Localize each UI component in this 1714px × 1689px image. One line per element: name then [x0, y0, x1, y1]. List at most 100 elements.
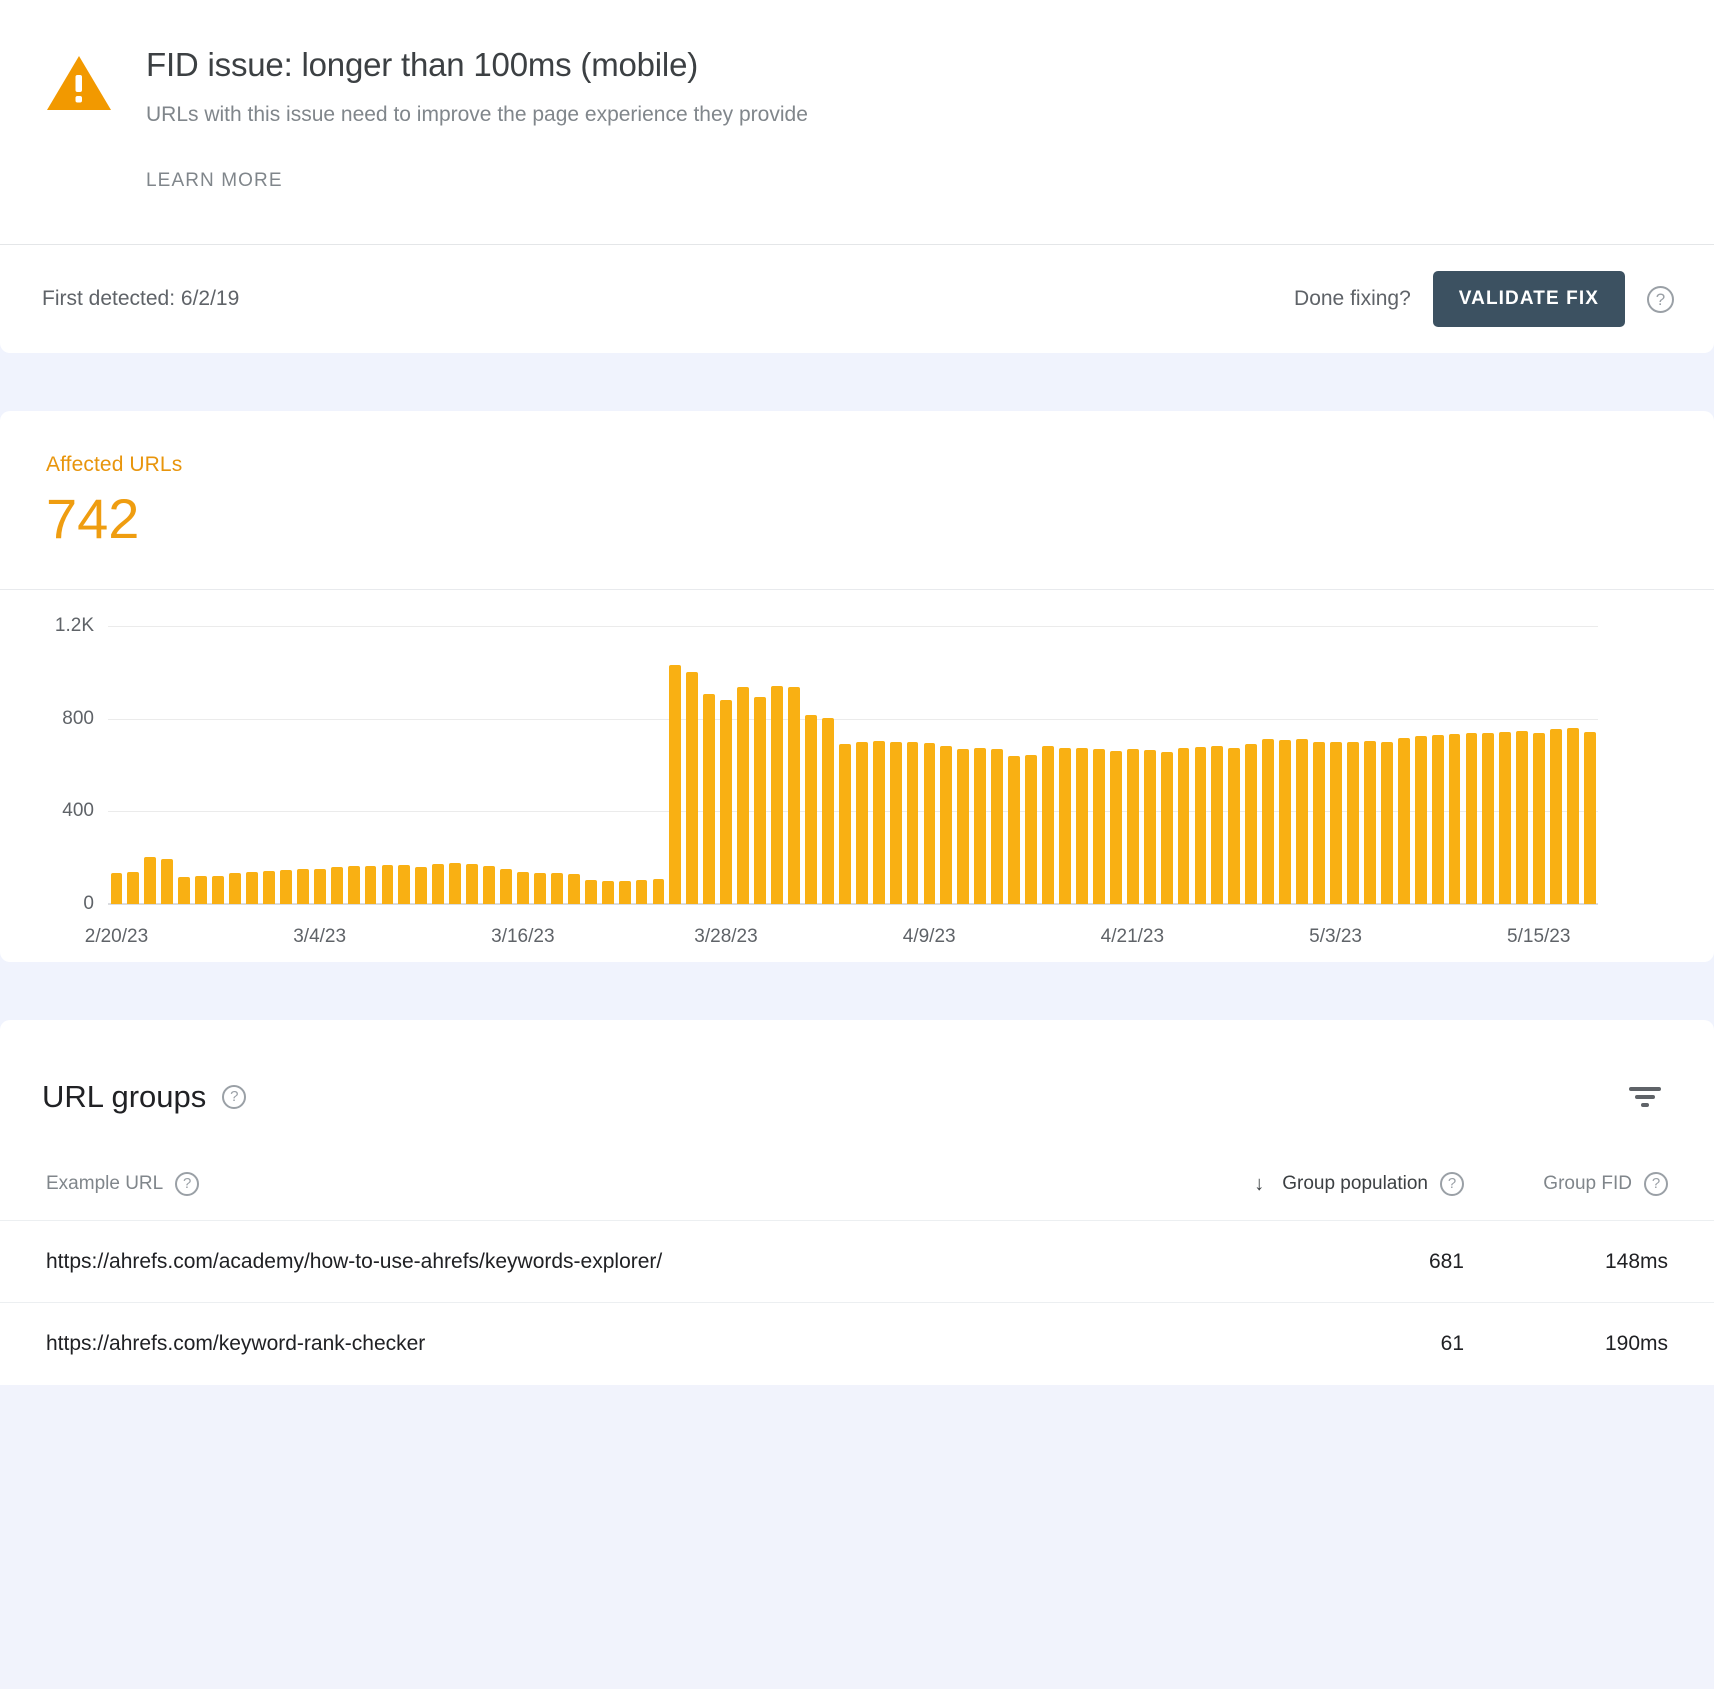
chart-bar[interactable]: [382, 865, 394, 904]
column-header-group-population[interactable]: ↓ Group population ?: [1164, 1172, 1464, 1221]
chart-bar[interactable]: [195, 876, 207, 904]
chart-bar[interactable]: [297, 869, 309, 904]
help-circle-icon[interactable]: ?: [1440, 1172, 1464, 1196]
chart-bar-slot[interactable]: [1107, 626, 1124, 904]
chart-bar-slot[interactable]: [1328, 626, 1345, 904]
chart-bar[interactable]: [1262, 739, 1274, 904]
chart-bar-slot[interactable]: [887, 626, 904, 904]
chart-bar[interactable]: [856, 742, 868, 904]
chart-bar-slot[interactable]: [786, 626, 803, 904]
chart-bar[interactable]: [754, 697, 766, 904]
chart-bar[interactable]: [1533, 733, 1545, 904]
chart-bar[interactable]: [111, 873, 123, 904]
chart-bar-slot[interactable]: [684, 626, 701, 904]
chart-bar-slot[interactable]: [599, 626, 616, 904]
chart-bar-slot[interactable]: [515, 626, 532, 904]
chart-bar-slot[interactable]: [1192, 626, 1209, 904]
column-header-group-fid[interactable]: Group FID ?: [1464, 1172, 1714, 1221]
chart-bar[interactable]: [1093, 749, 1105, 904]
chart-bar-slot[interactable]: [142, 626, 159, 904]
chart-bar[interactable]: [517, 872, 529, 904]
chart-bar-slot[interactable]: [1090, 626, 1107, 904]
chart-bar-slot[interactable]: [1073, 626, 1090, 904]
chart-bar-slot[interactable]: [1175, 626, 1192, 904]
chart-bar-slot[interactable]: [802, 626, 819, 904]
chart-bar-slot[interactable]: [819, 626, 836, 904]
chart-bar[interactable]: [873, 741, 885, 904]
chart-bar-slot[interactable]: [244, 626, 261, 904]
chart-bar[interactable]: [1415, 736, 1427, 904]
chart-bar-slot[interactable]: [1497, 626, 1514, 904]
chart-bar-slot[interactable]: [1582, 626, 1599, 904]
validate-fix-button[interactable]: VALIDATE FIX: [1433, 271, 1625, 327]
chart-bar[interactable]: [348, 866, 360, 904]
chart-bar[interactable]: [940, 746, 952, 904]
chart-bar-slot[interactable]: [650, 626, 667, 904]
chart-bar-slot[interactable]: [1395, 626, 1412, 904]
chart-bar[interactable]: [1279, 740, 1291, 904]
chart-bar[interactable]: [771, 686, 783, 904]
chart-bar[interactable]: [1398, 738, 1410, 904]
chart-bar[interactable]: [839, 744, 851, 904]
chart-bar[interactable]: [449, 863, 461, 904]
chart-bar-slot[interactable]: [955, 626, 972, 904]
chart-bar-slot[interactable]: [1480, 626, 1497, 904]
chart-bar-slot[interactable]: [853, 626, 870, 904]
chart-bar-slot[interactable]: [379, 626, 396, 904]
chart-bar[interactable]: [1211, 746, 1223, 904]
chart-bar[interactable]: [890, 742, 902, 904]
learn-more-link[interactable]: LEARN MORE: [146, 170, 283, 192]
chart-bar[interactable]: [1178, 748, 1190, 904]
chart-bar[interactable]: [1330, 742, 1342, 904]
chart-bar-slot[interactable]: [1429, 626, 1446, 904]
chart-bar[interactable]: [924, 743, 936, 904]
chart-bar-slot[interactable]: [752, 626, 769, 904]
chart-bar-slot[interactable]: [294, 626, 311, 904]
chart-bar-slot[interactable]: [836, 626, 853, 904]
chart-bar[interactable]: [1381, 742, 1393, 904]
chart-bar[interactable]: [398, 865, 410, 904]
chart-bar-slot[interactable]: [735, 626, 752, 904]
help-circle-icon[interactable]: ?: [175, 1172, 199, 1196]
chart-bar-slot[interactable]: [227, 626, 244, 904]
help-circle-icon[interactable]: ?: [1647, 286, 1674, 313]
chart-bar-slot[interactable]: [345, 626, 362, 904]
chart-bar-slot[interactable]: [1057, 626, 1074, 904]
chart-bar[interactable]: [805, 715, 817, 904]
filter-icon[interactable]: [1622, 1078, 1668, 1116]
chart-bar-slot[interactable]: [328, 626, 345, 904]
chart-bar[interactable]: [669, 665, 681, 904]
chart-bar[interactable]: [229, 873, 241, 904]
table-row[interactable]: https://ahrefs.com/keyword-rank-checker6…: [0, 1303, 1714, 1385]
chart-bar-slot[interactable]: [1378, 626, 1395, 904]
help-circle-icon[interactable]: ?: [222, 1085, 246, 1109]
chart-bar[interactable]: [1550, 729, 1562, 904]
chart-bar[interactable]: [551, 873, 563, 904]
chart-bar-slot[interactable]: [159, 626, 176, 904]
chart-bar-slot[interactable]: [921, 626, 938, 904]
chart-bar-slot[interactable]: [108, 626, 125, 904]
chart-bar-slot[interactable]: [1158, 626, 1175, 904]
cell-example-url[interactable]: https://ahrefs.com/academy/how-to-use-ah…: [0, 1221, 1164, 1303]
chart-bar[interactable]: [1042, 746, 1054, 904]
chart-bar[interactable]: [1482, 733, 1494, 904]
chart-bar[interactable]: [1228, 748, 1240, 904]
chart-bar[interactable]: [178, 877, 190, 904]
chart-bar[interactable]: [907, 742, 919, 904]
chart-bar[interactable]: [974, 748, 986, 904]
chart-bar[interactable]: [1347, 742, 1359, 904]
chart-bar-slot[interactable]: [125, 626, 142, 904]
chart-bar-slot[interactable]: [396, 626, 413, 904]
chart-bar-slot[interactable]: [464, 626, 481, 904]
chart-bar-slot[interactable]: [1463, 626, 1480, 904]
chart-bar-slot[interactable]: [1548, 626, 1565, 904]
chart-bar-slot[interactable]: [1311, 626, 1328, 904]
chart-bar-slot[interactable]: [447, 626, 464, 904]
chart-bar[interactable]: [1584, 732, 1596, 904]
chart-bar[interactable]: [212, 876, 224, 904]
chart-bar[interactable]: [534, 873, 546, 905]
chart-bar-slot[interactable]: [1344, 626, 1361, 904]
chart-bar[interactable]: [788, 687, 800, 904]
chart-bar[interactable]: [1059, 748, 1071, 904]
chart-bar-slot[interactable]: [667, 626, 684, 904]
